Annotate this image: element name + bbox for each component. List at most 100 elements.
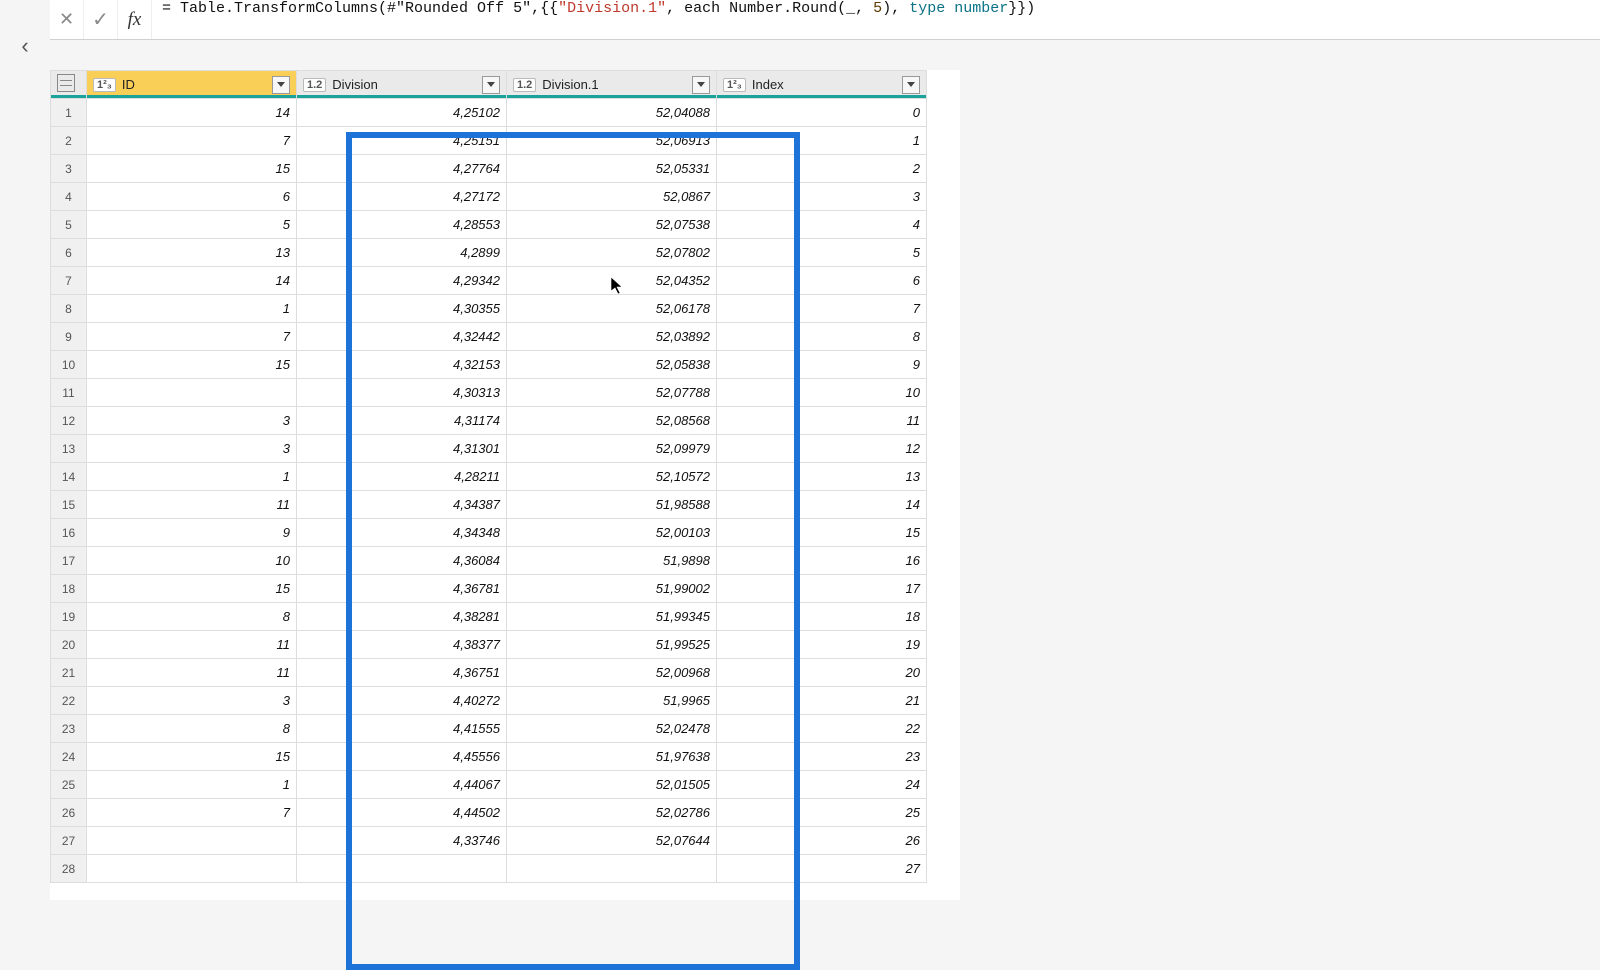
cell-division-1[interactable]: 51,98588	[507, 491, 717, 519]
row-number[interactable]: 12	[51, 407, 87, 435]
cell-index[interactable]: 6	[717, 267, 927, 295]
cell-id[interactable]: 11	[87, 631, 297, 659]
cell-division[interactable]: 4,36781	[297, 575, 507, 603]
table-row[interactable]: 1694,3434852,0010315	[51, 519, 927, 547]
cell-index[interactable]: 9	[717, 351, 927, 379]
table-row[interactable]: 2514,4406752,0150524	[51, 771, 927, 799]
table-row[interactable]: 15114,3438751,9858814	[51, 491, 927, 519]
table-row[interactable]: 274,2515152,069131	[51, 127, 927, 155]
cell-id[interactable]: 15	[87, 155, 297, 183]
cell-division[interactable]: 4,38377	[297, 631, 507, 659]
cell-division-1[interactable]: 52,09979	[507, 435, 717, 463]
table-row[interactable]: 20114,3837751,9952519	[51, 631, 927, 659]
cell-index[interactable]: 24	[717, 771, 927, 799]
cell-index[interactable]: 18	[717, 603, 927, 631]
cell-index[interactable]: 7	[717, 295, 927, 323]
row-number[interactable]: 13	[51, 435, 87, 463]
row-number[interactable]: 5	[51, 211, 87, 239]
cell-division[interactable]: 4,41555	[297, 715, 507, 743]
table-row[interactable]: 974,3244252,038928	[51, 323, 927, 351]
table-row[interactable]: 18154,3678151,9900217	[51, 575, 927, 603]
cell-division-1[interactable]: 52,07538	[507, 211, 717, 239]
cell-index[interactable]: 4	[717, 211, 927, 239]
cell-index[interactable]: 20	[717, 659, 927, 687]
cell-division-1[interactable]: 52,07788	[507, 379, 717, 407]
cell-id[interactable]: 1	[87, 295, 297, 323]
cell-division-1[interactable]: 51,9898	[507, 547, 717, 575]
table-row[interactable]: 2384,4155552,0247822	[51, 715, 927, 743]
cell-index[interactable]: 13	[717, 463, 927, 491]
row-number[interactable]: 6	[51, 239, 87, 267]
table-row[interactable]: 28 27	[51, 855, 927, 883]
select-all-corner[interactable]	[51, 71, 87, 99]
cell-division-1[interactable]: 52,04352	[507, 267, 717, 295]
cell-id[interactable]: 8	[87, 603, 297, 631]
back-button[interactable]: ‹	[10, 26, 40, 66]
table-row[interactable]: 17104,3608451,989816	[51, 547, 927, 575]
cell-division[interactable]: 4,31174	[297, 407, 507, 435]
cell-division-1[interactable]: 51,97638	[507, 743, 717, 771]
cell-id[interactable]: 15	[87, 351, 297, 379]
row-number[interactable]: 16	[51, 519, 87, 547]
cell-division[interactable]: 4,30313	[297, 379, 507, 407]
column-filter-dropdown[interactable]	[482, 76, 500, 94]
cell-division[interactable]: 4,34387	[297, 491, 507, 519]
cell-division-1[interactable]: 52,05838	[507, 351, 717, 379]
cell-division-1[interactable]: 52,02786	[507, 799, 717, 827]
cell-index[interactable]: 27	[717, 855, 927, 883]
table-row[interactable]: 464,2717252,08673	[51, 183, 927, 211]
row-number[interactable]: 26	[51, 799, 87, 827]
row-number[interactable]: 20	[51, 631, 87, 659]
row-number[interactable]: 22	[51, 687, 87, 715]
table-row[interactable]: 6134,289952,078025	[51, 239, 927, 267]
cell-index[interactable]: 22	[717, 715, 927, 743]
table-row[interactable]: 114,3031352,0778810	[51, 379, 927, 407]
cell-division[interactable]: 4,28553	[297, 211, 507, 239]
commit-formula-icon[interactable]: ✓	[84, 0, 118, 39]
cell-id[interactable]: 6	[87, 183, 297, 211]
cell-division-1[interactable]: 51,99525	[507, 631, 717, 659]
cell-id[interactable]: 9	[87, 519, 297, 547]
row-number[interactable]: 9	[51, 323, 87, 351]
formula-input[interactable]: = Table.TransformColumns(#"Rounded Off 5…	[152, 0, 1600, 39]
cell-division[interactable]	[297, 855, 507, 883]
row-number[interactable]: 28	[51, 855, 87, 883]
cell-division[interactable]: 4,30355	[297, 295, 507, 323]
cell-id[interactable]: 1	[87, 463, 297, 491]
fx-icon[interactable]: fx	[118, 0, 152, 39]
row-number[interactable]: 18	[51, 575, 87, 603]
cell-division-1[interactable]	[507, 855, 717, 883]
table-row[interactable]: 1984,3828151,9934518	[51, 603, 927, 631]
cell-index[interactable]: 23	[717, 743, 927, 771]
table-row[interactable]: 10154,3215352,058389	[51, 351, 927, 379]
cell-division-1[interactable]: 52,00968	[507, 659, 717, 687]
column-header-index[interactable]: 1²₃ Index	[717, 71, 927, 99]
cell-division-1[interactable]: 51,9965	[507, 687, 717, 715]
cell-division-1[interactable]: 51,99345	[507, 603, 717, 631]
column-header-division-1[interactable]: 1.2 Division.1	[507, 71, 717, 99]
cell-division-1[interactable]: 52,04088	[507, 99, 717, 127]
table-row[interactable]: 7144,2934252,043526	[51, 267, 927, 295]
data-grid[interactable]: 1²₃ ID 1.2 Division 1.2 Division.1	[50, 70, 927, 883]
row-number[interactable]: 11	[51, 379, 87, 407]
column-filter-dropdown[interactable]	[692, 76, 710, 94]
row-number[interactable]: 27	[51, 827, 87, 855]
cell-division-1[interactable]: 51,99002	[507, 575, 717, 603]
cell-index[interactable]: 17	[717, 575, 927, 603]
table-row[interactable]: 2674,4450252,0278625	[51, 799, 927, 827]
cell-division-1[interactable]: 52,07644	[507, 827, 717, 855]
row-number[interactable]: 21	[51, 659, 87, 687]
cell-division[interactable]: 4,45556	[297, 743, 507, 771]
table-row[interactable]: 1414,2821152,1057213	[51, 463, 927, 491]
cell-division[interactable]: 4,32442	[297, 323, 507, 351]
table-row[interactable]: 554,2855352,075384	[51, 211, 927, 239]
cell-id[interactable]: 7	[87, 127, 297, 155]
cell-division-1[interactable]: 52,08568	[507, 407, 717, 435]
row-number[interactable]: 3	[51, 155, 87, 183]
cell-division-1[interactable]: 52,03892	[507, 323, 717, 351]
cell-division[interactable]: 4,36084	[297, 547, 507, 575]
cell-division[interactable]: 4,31301	[297, 435, 507, 463]
row-number[interactable]: 25	[51, 771, 87, 799]
cell-index[interactable]: 5	[717, 239, 927, 267]
cell-id[interactable]: 11	[87, 491, 297, 519]
